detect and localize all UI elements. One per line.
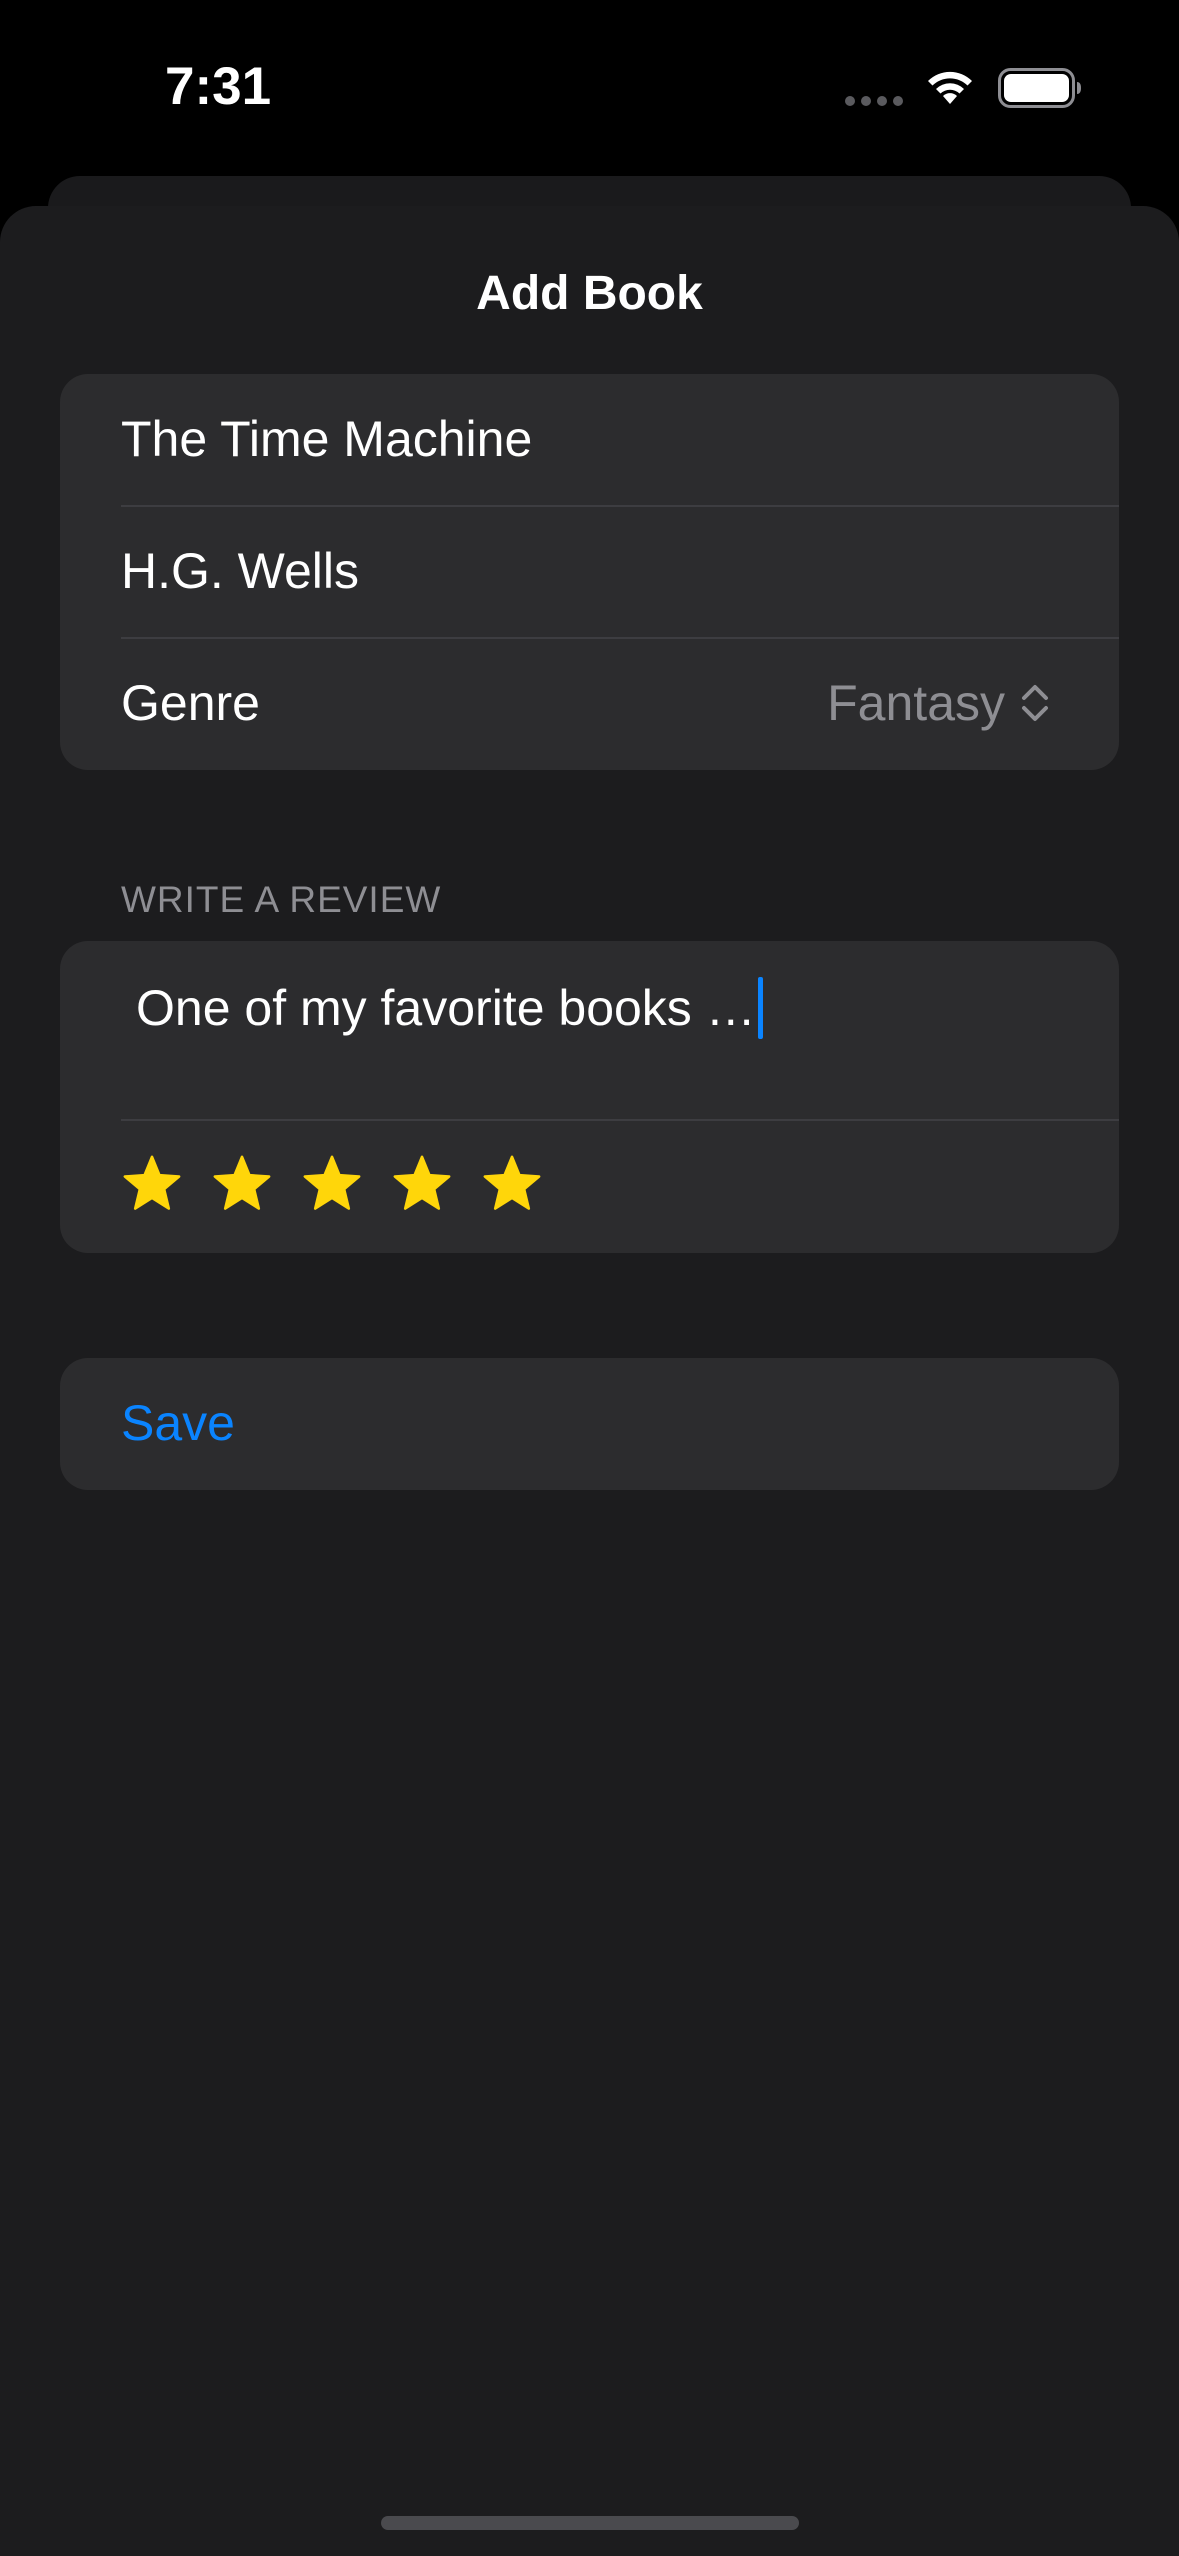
title-field[interactable]: The Time Machine bbox=[60, 374, 1119, 506]
save-button-label[interactable]: Save bbox=[121, 1394, 235, 1452]
add-book-sheet: Add Book The Time Machine H.G. Wells Gen… bbox=[0, 206, 1179, 2556]
review-text-editor[interactable]: One of my favorite books … bbox=[136, 977, 763, 1039]
title-field-value[interactable]: The Time Machine bbox=[121, 410, 532, 468]
status-bar: 7:31 bbox=[0, 0, 1179, 170]
review-text-value[interactable]: One of my favorite books … bbox=[136, 979, 756, 1037]
wifi-icon bbox=[928, 71, 972, 104]
star-filled-icon[interactable] bbox=[481, 1153, 543, 1215]
text-cursor bbox=[757, 977, 763, 1039]
save-section: Save bbox=[60, 1358, 1119, 1490]
genre-selected-value[interactable]: Fantasy bbox=[827, 674, 1005, 732]
star-filled-icon[interactable] bbox=[121, 1153, 183, 1215]
status-time: 7:31 bbox=[165, 57, 272, 116]
book-details-section: The Time Machine H.G. Wells Genre Fantas… bbox=[60, 374, 1119, 770]
review-section-header: WRITE A REVIEW bbox=[121, 879, 442, 920]
home-indicator[interactable] bbox=[381, 2516, 799, 2530]
rating-control[interactable] bbox=[121, 1153, 571, 1215]
star-filled-icon[interactable] bbox=[301, 1153, 363, 1215]
genre-label: Genre bbox=[121, 675, 260, 731]
battery-icon bbox=[998, 68, 1081, 108]
divider bbox=[121, 1119, 1119, 1121]
genre-picker-value[interactable]: Fantasy bbox=[827, 674, 1053, 732]
sheet-title: Add Book bbox=[476, 267, 703, 320]
author-field-value[interactable]: H.G. Wells bbox=[121, 542, 359, 600]
chevron-up-down-icon[interactable] bbox=[1017, 681, 1053, 725]
save-button[interactable]: Save bbox=[60, 1358, 1119, 1490]
author-field[interactable]: H.G. Wells bbox=[60, 506, 1119, 638]
genre-picker[interactable]: Genre Fantasy bbox=[60, 638, 1119, 770]
star-filled-icon[interactable] bbox=[391, 1153, 453, 1215]
cellular-signal-icon bbox=[845, 96, 905, 106]
review-section: One of my favorite books … bbox=[60, 941, 1119, 1253]
star-filled-icon[interactable] bbox=[211, 1153, 273, 1215]
